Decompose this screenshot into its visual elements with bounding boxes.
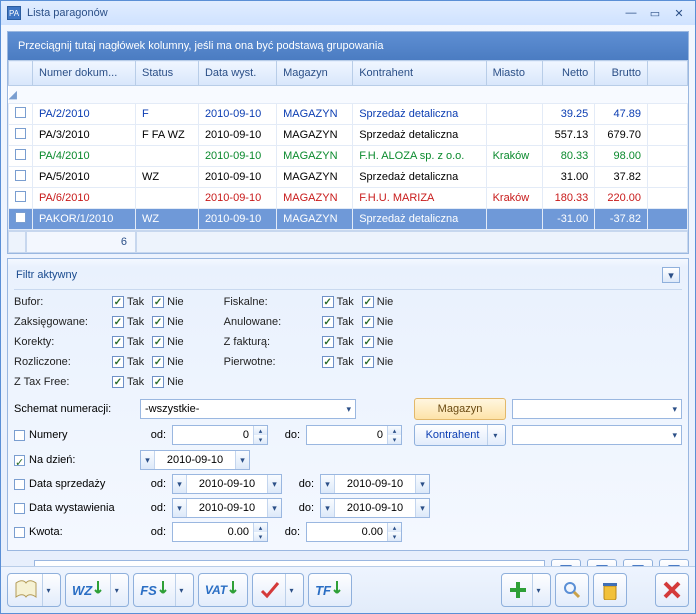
fs-button[interactable]: FS▾	[133, 573, 194, 607]
filter-row[interactable]: ◢	[9, 86, 688, 104]
book-button[interactable]: ▾	[7, 573, 61, 607]
data-grid: Przeciągnij tutaj nagłówek kolumny, jeśl…	[7, 31, 689, 254]
funnel-apply-icon[interactable]	[551, 559, 581, 566]
lbl-do: do:	[274, 429, 300, 441]
kontrahent-select[interactable]: ▾	[512, 425, 682, 445]
col-status[interactable]: Status	[135, 61, 198, 86]
table-row[interactable]: PAKOR/1/2010WZ2010-09-10MAGAZYNSprzedaż …	[9, 209, 688, 230]
lbl-od: od:	[140, 429, 166, 441]
nadzien-date[interactable]: ▾2010-09-10▾	[140, 450, 250, 470]
filter-panel: Filtr aktywny ▾ Bufor: ✓Tak ✓Nie Zaksięgow…	[7, 258, 689, 551]
table-row[interactable]: PA/5/2010WZ2010-09-10MAGAZYNSprzedaż det…	[9, 167, 688, 188]
search-button[interactable]	[555, 573, 589, 607]
magazyn-button[interactable]: Magazyn	[414, 398, 506, 420]
col-date[interactable]: Data wyst.	[198, 61, 276, 86]
funnel-clear-icon[interactable]	[659, 559, 689, 566]
column-header-row: Numer dokum... Status Data wyst. Magazyn…	[9, 61, 688, 86]
lbl-kor: Korekty:	[14, 336, 104, 348]
lbl-ztf: Z Tax Free:	[14, 376, 104, 388]
roz-nie[interactable]: ✓Nie	[152, 356, 184, 368]
filter-icon[interactable]: ◢	[9, 89, 17, 101]
minimize-button[interactable]: —	[621, 5, 641, 21]
zfa-nie[interactable]: ✓Nie	[362, 336, 394, 348]
pie-tak[interactable]: ✓Tak	[322, 356, 354, 368]
kw-from[interactable]: 0.00▴▾	[172, 522, 268, 542]
window-title: Lista paragonów	[27, 7, 617, 19]
titlebar: PA Lista paragonów — ▭ ✕	[1, 1, 695, 25]
ds-from[interactable]: ▾2010-09-10▾	[172, 474, 282, 494]
table-row[interactable]: PA/4/20102010-09-10MAGAZYNF.H. ALOZA sp.…	[9, 146, 688, 167]
ds-to[interactable]: ▾2010-09-10▾	[320, 474, 430, 494]
schemat-select[interactable]: -wszystkie-▾	[140, 399, 356, 419]
kor-tak[interactable]: ✓Tak	[112, 336, 144, 348]
roz-tak[interactable]: ✓Tak	[112, 356, 144, 368]
check-button[interactable]: ▾	[252, 573, 304, 607]
kw-to[interactable]: 0.00▴▾	[306, 522, 402, 542]
lbl-schemat: Schemat numeracji:	[14, 403, 134, 415]
num-from[interactable]: 0▴▾	[172, 425, 268, 445]
app-icon: PA	[7, 6, 21, 20]
fis-tak[interactable]: ✓Tak	[322, 296, 354, 308]
collapse-button[interactable]: ▾	[662, 267, 680, 283]
zak-nie[interactable]: ✓Nie	[152, 316, 184, 328]
bufor-tak[interactable]: ✓Tak	[112, 296, 144, 308]
bottom-toolbar: ▾ WZ▾ FS▾ VAT ▾ TF ▾	[1, 566, 695, 613]
tf-button[interactable]: TF	[308, 573, 352, 607]
chk-numery[interactable]: Numery	[14, 429, 134, 441]
col-city[interactable]: Miasto	[486, 61, 542, 86]
col-wh[interactable]: Magazyn	[277, 61, 353, 86]
fis-nie[interactable]: ✓Nie	[362, 296, 394, 308]
table-row[interactable]: PA/2/2010F2010-09-10MAGAZYNSprzedaż deta…	[9, 104, 688, 125]
num-to[interactable]: 0▴▾	[306, 425, 402, 445]
table-row[interactable]: PA/3/2010F FA WZ2010-09-10MAGAZYNSprzeda…	[9, 125, 688, 146]
close-window-button[interactable]	[655, 573, 689, 607]
col-checkbox[interactable]	[9, 61, 33, 86]
chk-kwota[interactable]: Kwota:	[14, 526, 134, 538]
lbl-zfa: Z fakturą:	[224, 336, 314, 348]
kontrahent-button[interactable]: Kontrahent▾	[414, 424, 506, 446]
zak-tak[interactable]: ✓Tak	[112, 316, 144, 328]
lbl-pie: Pierwotne:	[224, 356, 314, 368]
kor-nie[interactable]: ✓Nie	[152, 336, 184, 348]
lbl-anu: Anulowane:	[224, 316, 314, 328]
vat-button[interactable]: VAT	[198, 573, 248, 607]
funnel-edit-icon[interactable]	[587, 559, 617, 566]
close-button[interactable]: ✕	[669, 5, 689, 21]
lbl-zak: Zaksięgowane:	[14, 316, 104, 328]
zfa-tak[interactable]: ✓Tak	[322, 336, 354, 348]
filter-panel-title: Filtr aktywny	[16, 269, 77, 281]
wz-button[interactable]: WZ▾	[65, 573, 129, 607]
col-brutto[interactable]: Brutto	[595, 61, 648, 86]
lbl-roz: Rozliczone:	[14, 356, 104, 368]
col-ctr[interactable]: Kontrahent	[353, 61, 486, 86]
ztf-nie[interactable]: ✓Nie	[152, 376, 184, 388]
chk-nadzien[interactable]: ✓Na dzień:	[14, 454, 134, 466]
chk-data-sprz[interactable]: Data sprzedaży	[14, 478, 134, 490]
dw-to[interactable]: ▾2010-09-10▾	[320, 498, 430, 518]
totals-row: 6	[8, 230, 688, 253]
funnel-add-icon[interactable]: ★	[623, 559, 653, 566]
delete-button[interactable]	[593, 573, 627, 607]
table-row[interactable]: PA/6/20102010-09-10MAGAZYNF.H.U. MARIZAK…	[9, 188, 688, 209]
group-by-bar[interactable]: Przeciągnij tutaj nagłówek kolumny, jeśl…	[8, 32, 688, 60]
col-doc[interactable]: Numer dokum...	[33, 61, 136, 86]
lbl-bufor: Bufor:	[14, 296, 104, 308]
pie-nie[interactable]: ✓Nie	[362, 356, 394, 368]
add-button[interactable]: ▾	[501, 573, 551, 607]
dw-from[interactable]: ▾2010-09-10▾	[172, 498, 282, 518]
magazyn-select[interactable]: ▾	[512, 399, 682, 419]
anu-nie[interactable]: ✓Nie	[362, 316, 394, 328]
anu-tak[interactable]: ✓Tak	[322, 316, 354, 328]
maximize-button[interactable]: ▭	[645, 5, 665, 21]
chk-data-wyst[interactable]: Data wystawienia	[14, 502, 134, 514]
col-netto[interactable]: Netto	[542, 61, 595, 86]
lbl-fis: Fiskalne:	[224, 296, 314, 308]
bufor-nie[interactable]: ✓Nie	[152, 296, 184, 308]
total-count: 6	[26, 231, 136, 253]
ztf-tak[interactable]: ✓Tak	[112, 376, 144, 388]
col-spacer	[648, 61, 688, 86]
